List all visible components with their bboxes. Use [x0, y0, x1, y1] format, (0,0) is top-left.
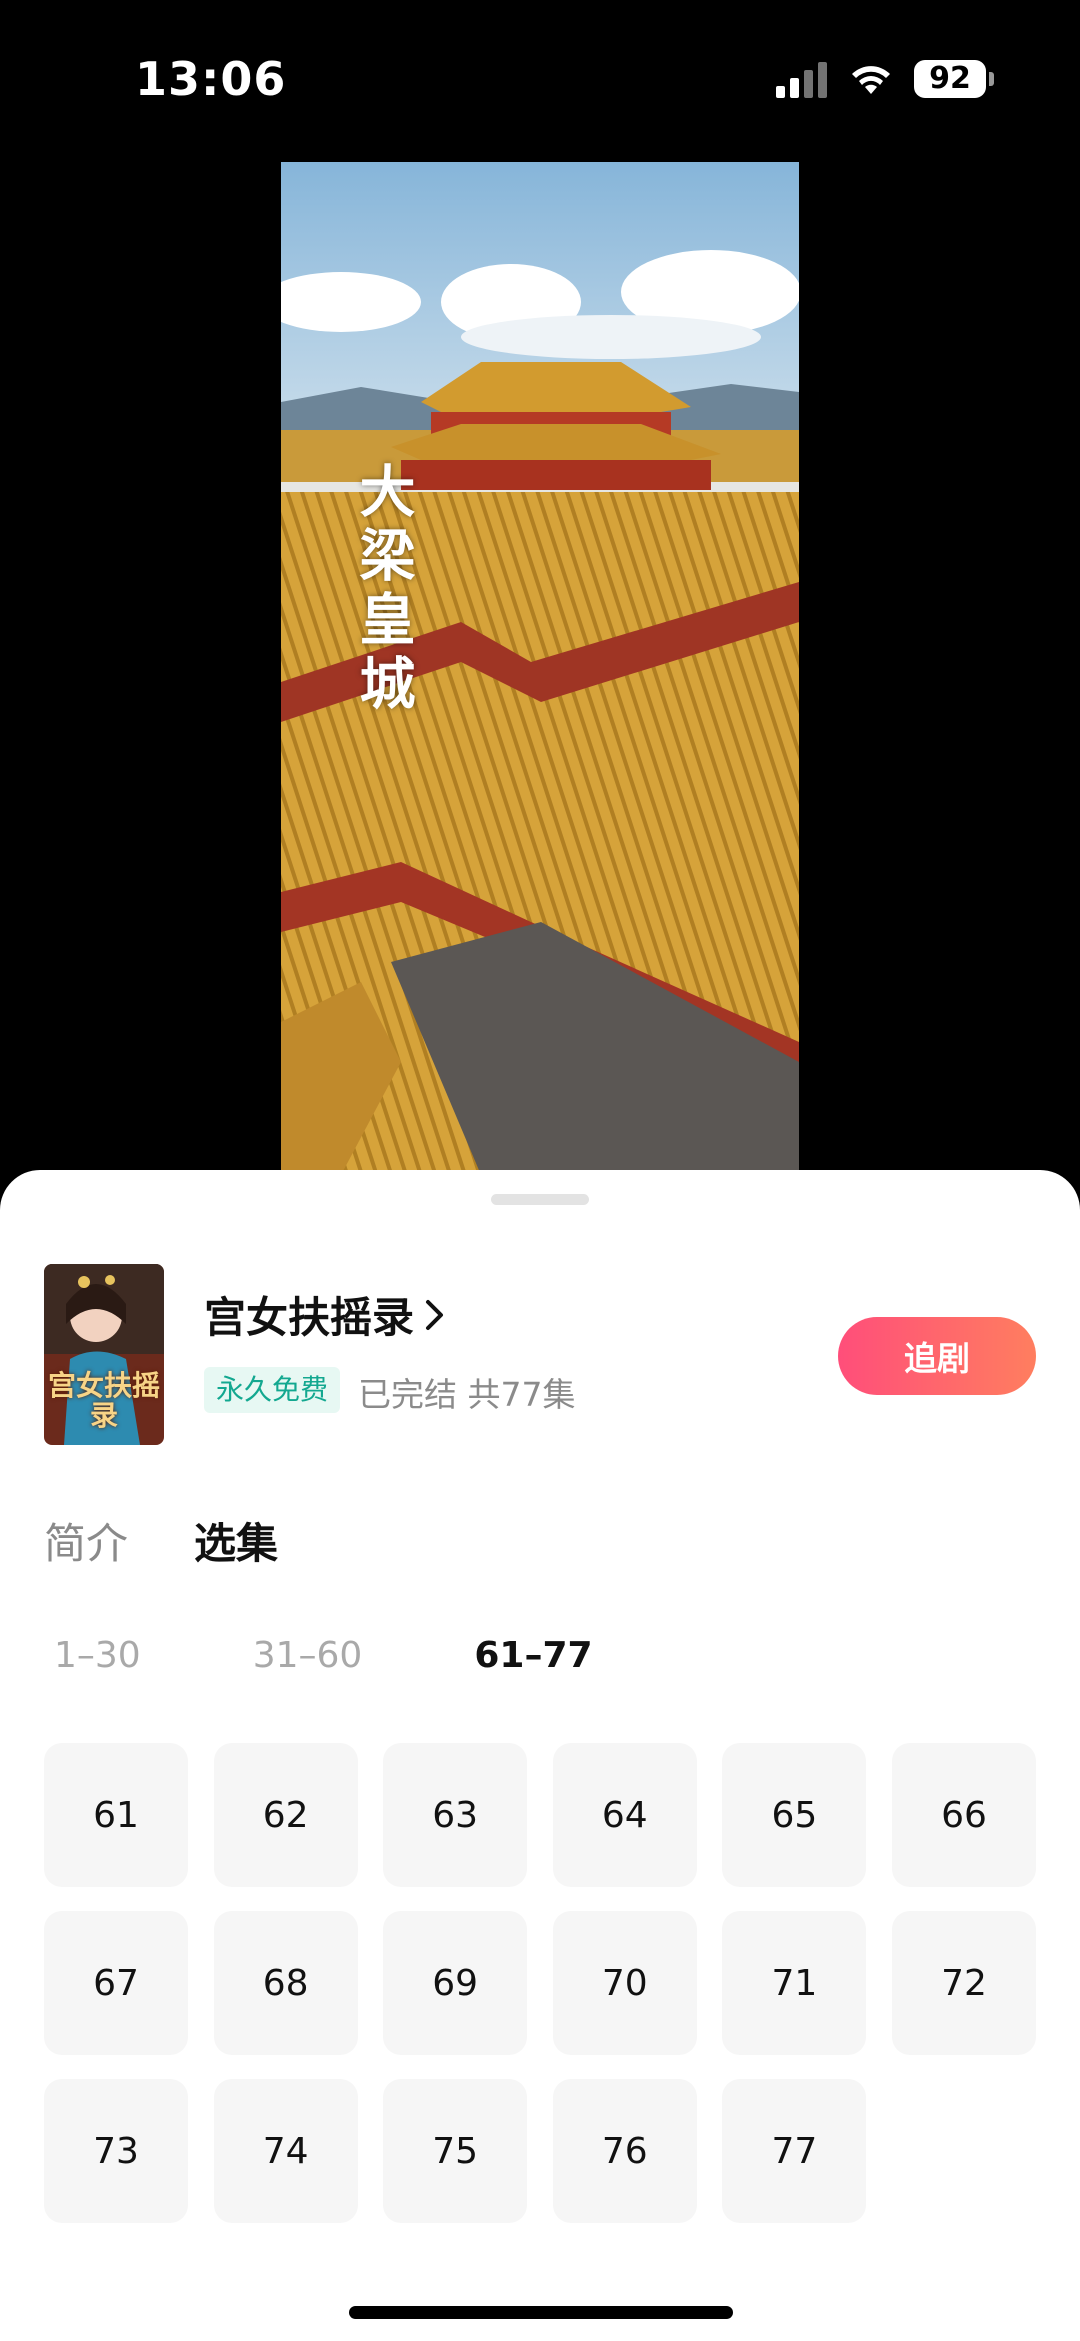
episode-button[interactable]: 62	[213, 1743, 358, 1887]
episode-button[interactable]: 70	[552, 1911, 697, 2055]
sheet-tabs: 简介 选集	[44, 1510, 278, 1571]
episode-button[interactable]: 63	[383, 1743, 528, 1887]
episode-button[interactable]: 67	[44, 1911, 188, 2055]
episode-button[interactable]: 68	[213, 1911, 358, 2055]
wifi-icon	[852, 66, 890, 94]
episode-button[interactable]: 76	[552, 2079, 697, 2223]
poster-title: 宫女扶摇录	[47, 1369, 160, 1432]
video-player[interactable]: 大梁皇城	[281, 162, 799, 1175]
episode-button[interactable]: 77	[722, 2079, 867, 2223]
show-title-link[interactable]: 宫女扶摇录	[204, 1284, 446, 1345]
episode-button[interactable]: 66	[891, 1743, 1036, 1887]
battery-tip	[989, 72, 994, 86]
episode-button[interactable]: 71	[722, 1911, 867, 2055]
cellular-signal-icon	[776, 62, 830, 98]
video-overlay-title: 大梁皇城	[350, 462, 416, 718]
tab-synopsis[interactable]: 简介	[44, 1510, 128, 1571]
episode-grid: 61 62 63 64 65 66 67 68 69 70 71 72 73 7…	[44, 1743, 1036, 2223]
episode-button[interactable]: 65	[722, 1743, 867, 1887]
status-time: 13:06	[135, 52, 287, 106]
status-bar: 13:06 92	[0, 0, 1080, 150]
range-61-77[interactable]: 61–77	[474, 1635, 592, 1676]
episode-button[interactable]: 64	[552, 1743, 697, 1887]
episode-button[interactable]: 72	[891, 1911, 1036, 2055]
completion-status: 已完结 共77集	[358, 1375, 576, 1414]
chevron-right-icon	[426, 1299, 444, 1330]
free-badge: 永久免费	[204, 1367, 341, 1413]
battery-icon: 92	[914, 60, 986, 98]
range-31-60[interactable]: 31–60	[253, 1635, 363, 1676]
episode-button[interactable]: 73	[44, 2079, 188, 2223]
episode-button[interactable]: 74	[213, 2079, 358, 2223]
episode-button[interactable]: 69	[383, 1911, 528, 2055]
battery-level: 92	[929, 61, 971, 96]
show-title: 宫女扶摇录	[204, 1293, 415, 1342]
range-1-30[interactable]: 1–30	[54, 1635, 141, 1676]
tab-episodes[interactable]: 选集	[194, 1510, 278, 1571]
episode-range-selector: 1–30 31–60 61–77	[54, 1635, 705, 1676]
follow-button[interactable]: 追剧	[838, 1317, 1036, 1395]
home-indicator[interactable]	[349, 2306, 733, 2319]
episode-button[interactable]: 61	[44, 1743, 188, 1887]
show-poster[interactable]: 宫女扶摇录	[44, 1264, 164, 1445]
episode-button[interactable]: 75	[383, 2079, 528, 2223]
episode-sheet: 宫女扶摇录 宫女扶摇录 永久免费 已完结 共77集 追剧 简介 选集 1–30 …	[0, 1170, 1080, 2341]
sheet-grabber[interactable]	[491, 1194, 589, 1205]
